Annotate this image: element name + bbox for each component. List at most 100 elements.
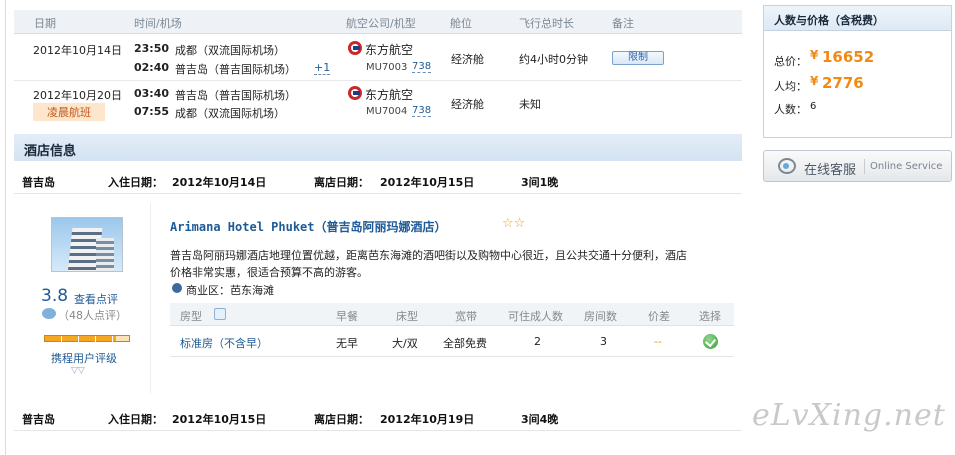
- service-divider: [864, 159, 865, 174]
- user-rating-bar: [44, 335, 130, 342]
- rating-bar-tick: [95, 336, 96, 342]
- expand-chevron-icon[interactable]: ▽▽: [71, 366, 85, 376]
- flight-number: MU7003: [366, 62, 408, 73]
- total-price: 16652: [822, 48, 875, 66]
- hotel-name-link[interactable]: Arimana Hotel Phuket（普吉岛阿丽玛娜酒店）: [170, 218, 447, 235]
- header-duration: 飞行总时长: [519, 17, 574, 30]
- total-currency: ¥: [810, 48, 819, 62]
- cabin-class: 经济舱: [451, 53, 484, 66]
- header-adults: 可住成人数: [508, 310, 563, 323]
- watermark: eLvXing.net: [752, 398, 946, 433]
- room-table-header: 房型 早餐 床型 宽带 可住成人数 房间数 价差 选择: [170, 303, 734, 326]
- page-left-border: [5, 0, 6, 455]
- arr-time: 02:40: [134, 61, 170, 74]
- cabin-class: 经济舱: [451, 98, 484, 111]
- room-info-icon[interactable]: [214, 308, 226, 320]
- header-cabin: 舱位: [450, 17, 472, 30]
- dep-airport: 普吉岛（普吉国际机场）: [175, 89, 296, 102]
- headset-icon: [778, 158, 796, 174]
- checkin-label: 入住日期：: [108, 413, 163, 426]
- price-panel-header: 人数与价格（含税费）: [764, 6, 951, 31]
- header-breakfast: 早餐: [336, 310, 358, 323]
- stay-city: 普吉岛: [22, 413, 55, 426]
- flight-date: 2012年10月14日: [33, 44, 122, 57]
- view-reviews-link[interactable]: 查看点评: [74, 291, 118, 307]
- hotel-score: 3.8: [41, 286, 69, 306]
- header-room-type: 房型: [180, 310, 202, 323]
- plus-day-badge[interactable]: +1: [314, 61, 331, 75]
- header-price-diff: 价差: [648, 310, 670, 323]
- row-divider: [14, 80, 742, 81]
- flight-duration: 约4小时0分钟: [519, 53, 588, 66]
- rating-bar-tick: [78, 336, 79, 342]
- early-morning-flight-tag: 凌晨航班: [33, 103, 105, 121]
- header-time-airport: 时间/机场: [134, 17, 182, 30]
- online-service-label: 在线客服: [804, 163, 857, 178]
- header-select: 选择: [699, 310, 721, 323]
- total-label: 总价：: [774, 55, 807, 68]
- airline-name: 东方航空: [365, 88, 414, 102]
- hotel-star-rating: ☆☆: [502, 216, 526, 231]
- rating-bar-tick: [61, 336, 62, 342]
- select-check-icon[interactable]: [703, 334, 718, 349]
- user-rating-label: 携程用户评级: [51, 352, 117, 365]
- china-eastern-logo-icon: [348, 41, 362, 55]
- header-date: 日期: [34, 17, 56, 30]
- header-bed: 床型: [396, 310, 418, 323]
- review-count: （48人点评）: [58, 309, 127, 322]
- dep-time: 03:40: [134, 87, 170, 100]
- flight-number: MU7004: [366, 106, 408, 117]
- header-broadband: 宽带: [455, 310, 477, 323]
- room-breakfast: 无早: [336, 337, 358, 350]
- card-divider: [150, 203, 151, 393]
- checkin-date: 2012年10月15日: [172, 413, 267, 426]
- online-service-label-en: Online Service: [870, 161, 943, 172]
- arr-airport: 成都（双流国际机场）: [175, 107, 285, 120]
- room-adults: 2: [534, 335, 541, 348]
- dep-time: 23:50: [134, 42, 170, 55]
- flight-row-outbound: 2012年10月14日 23:50 成都（双流国际机场） 02:40 普吉岛（普…: [14, 36, 742, 80]
- checkout-date: 2012年10月15日: [380, 176, 475, 189]
- checkin-label: 入住日期：: [108, 176, 163, 189]
- rating-bar-tick: [112, 336, 113, 342]
- header-rooms: 房间数: [584, 310, 617, 323]
- price-panel: 人数与价格（含税费） 总价： ¥ 16652 人均： ¥ 2776 人数： 6: [763, 5, 952, 138]
- stay-nights: 3间4晚: [521, 413, 559, 426]
- flight-table-header: 日期 时间/机场 航空公司/机型 舱位 飞行总时长 备注: [14, 10, 742, 34]
- hotel-photo[interactable]: [51, 217, 123, 272]
- china-eastern-logo-icon: [348, 86, 362, 100]
- flight-date: 2012年10月20日: [33, 89, 122, 102]
- checkout-label: 离店日期：: [314, 176, 369, 189]
- hotel-district: 商业区：芭东海滩: [186, 284, 274, 297]
- avg-label: 人均：: [774, 80, 807, 93]
- header-note: 备注: [612, 17, 634, 30]
- hotel-section-title: 酒店信息: [24, 144, 77, 159]
- hotel-description-cont: 价格非常实惠，很适合预算不高的游客。: [170, 266, 368, 279]
- arr-airport: 普吉岛（普吉国际机场）: [175, 63, 296, 76]
- location-pin-icon: [172, 283, 182, 293]
- room-price-diff: --: [654, 335, 662, 348]
- stay-city: 普吉岛: [22, 176, 55, 189]
- hotel-description: 普吉岛阿丽玛娜酒店地理位置优越，距离芭东海滩的酒吧街以及购物中心很近，且公共交通…: [170, 249, 687, 262]
- dep-airport: 成都（双流国际机场）: [175, 44, 285, 57]
- arr-time: 07:55: [134, 105, 170, 118]
- room-broadband: 全部免费: [443, 337, 487, 350]
- checkout-date: 2012年10月19日: [380, 413, 475, 426]
- room-row: 标准房（不含早） 无早 大/双 全部免费 2 3 --: [170, 327, 734, 357]
- header-airline: 航空公司/机型: [346, 17, 416, 30]
- room-type-link[interactable]: 标准房（不含早）: [180, 335, 268, 351]
- people-label: 人数：: [774, 103, 807, 116]
- aircraft-type-link[interactable]: 738: [412, 105, 432, 117]
- price-panel-title: 人数与价格（含税费）: [774, 14, 884, 27]
- stay-summary-row: 普吉岛 入住日期： 2012年10月15日 离店日期： 2012年10月19日 …: [14, 403, 742, 431]
- aircraft-type-link[interactable]: 738: [412, 61, 432, 73]
- hotel-photo-building: [96, 238, 114, 271]
- flight-row-return: 2012年10月20日 凌晨航班 03:40 普吉岛（普吉国际机场） 07:55…: [14, 82, 742, 126]
- online-service-button[interactable]: 在线客服 Online Service: [763, 150, 952, 182]
- stay-summary-row: 普吉岛 入住日期： 2012年10月14日 离店日期： 2012年10月15日 …: [14, 166, 742, 194]
- flight-duration: 未知: [519, 98, 541, 111]
- avg-currency: ¥: [810, 74, 819, 88]
- stay-nights: 3间1晚: [521, 176, 559, 189]
- restriction-button[interactable]: 限制: [612, 51, 664, 65]
- people-count: 6: [810, 101, 817, 112]
